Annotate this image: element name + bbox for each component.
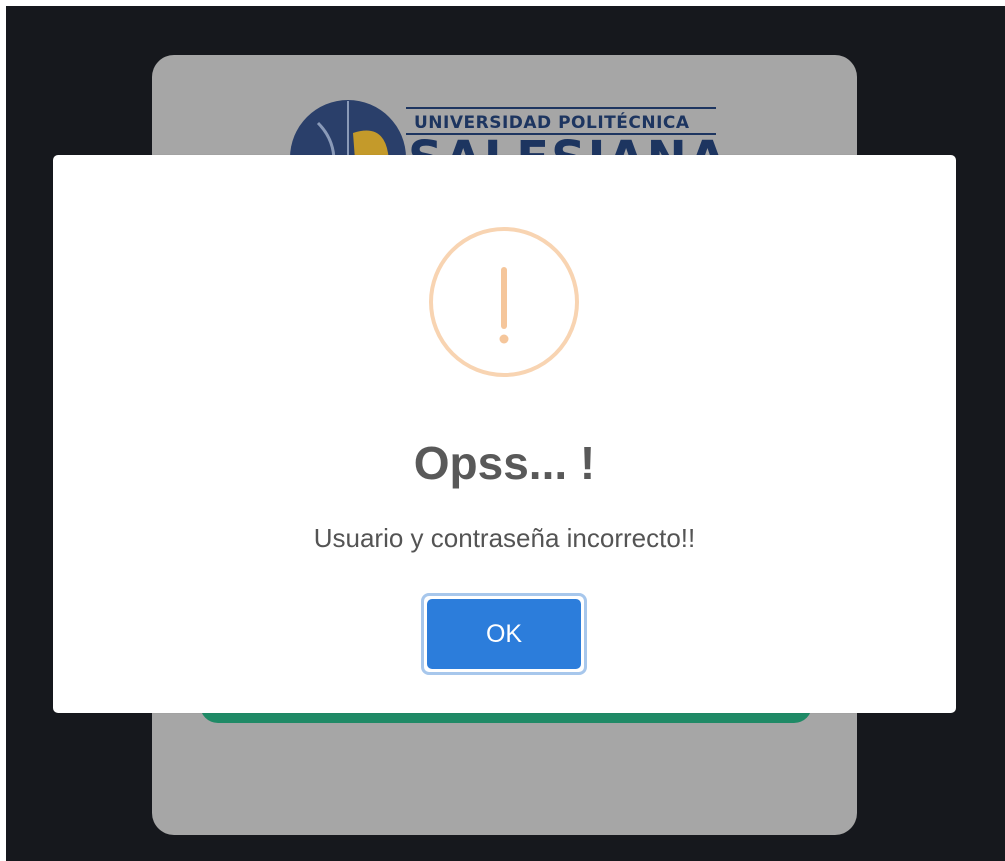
- screen-backdrop: UNIVERSIDAD POLITÉCNICA SALESIANA Opss..…: [6, 6, 1005, 861]
- ok-button-label: OK: [427, 599, 581, 669]
- logo-line1: UNIVERSIDAD POLITÉCNICA: [414, 113, 690, 133]
- ok-button[interactable]: OK: [421, 593, 587, 675]
- alert-modal: Opss... ! Usuario y contraseña incorrect…: [53, 155, 956, 713]
- modal-title: Opss... !: [413, 437, 596, 489]
- modal-message: Usuario y contraseña incorrecto!!: [313, 523, 696, 553]
- warning-exclamation-icon: [429, 227, 579, 377]
